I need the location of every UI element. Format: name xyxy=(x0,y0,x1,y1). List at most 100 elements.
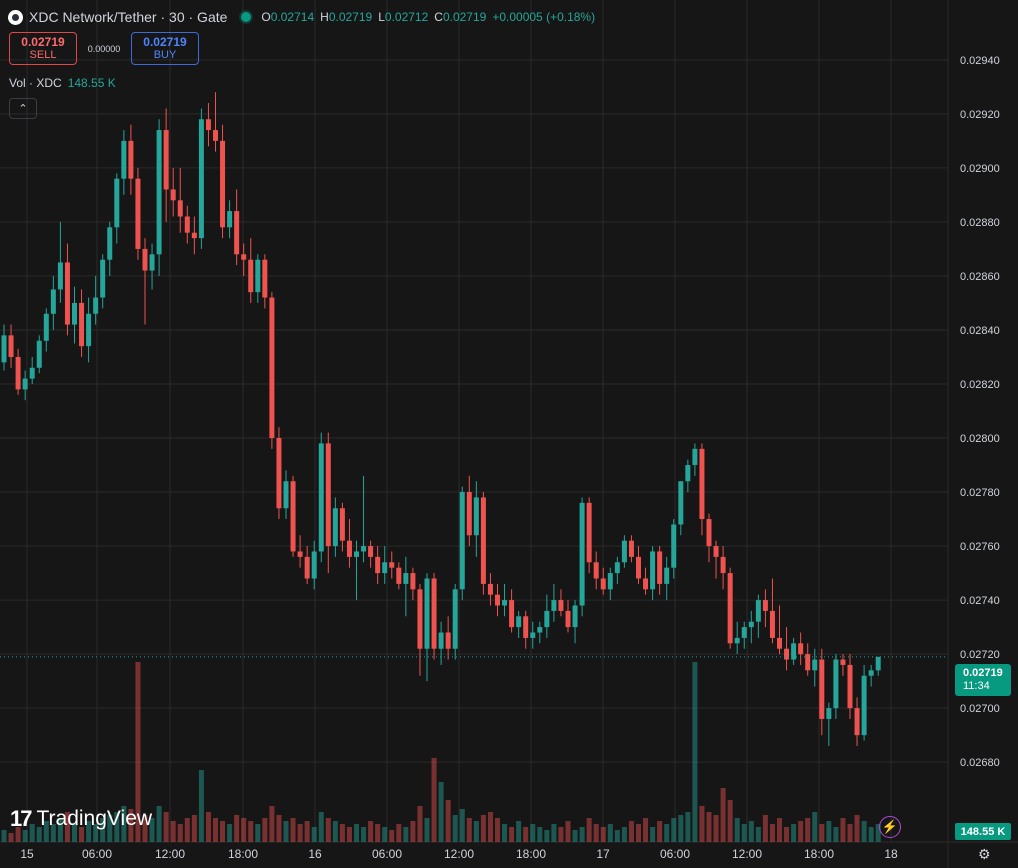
candle-body xyxy=(840,659,846,665)
candle-body xyxy=(459,492,465,590)
candle-body xyxy=(361,546,367,552)
volume-bar xyxy=(854,815,860,842)
volume-bar xyxy=(812,812,818,842)
candle-body xyxy=(354,551,359,557)
time-tick-label: 06:00 xyxy=(372,847,402,861)
candle-body xyxy=(452,589,458,649)
candle-body xyxy=(269,297,275,439)
candle-body xyxy=(248,259,254,293)
candle-body xyxy=(516,616,522,628)
candle-body xyxy=(537,627,543,633)
price-tick-label: 0.02880 xyxy=(960,217,1000,229)
buy-label: BUY xyxy=(153,48,177,61)
candle-body xyxy=(572,605,578,628)
time-axis: 15 06:00 12:00 18:00 16 06:00 12:00 18:00 17 06:0… xyxy=(20,847,898,861)
candlestick-chart[interactable]: 0.02940 0.02920 0.02900 0.02880 0.02860 0.028… xyxy=(0,0,1018,868)
candle-body xyxy=(671,524,677,568)
volume-bar xyxy=(424,818,430,842)
candle-body xyxy=(509,600,515,628)
volume-bar xyxy=(290,818,296,842)
volume-bar xyxy=(248,821,254,842)
candle-body xyxy=(368,546,374,557)
symbol-title[interactable]: XDC Network/Tether · 30 · Gate xyxy=(29,9,227,25)
volume-bar xyxy=(819,824,825,842)
candle-body xyxy=(191,232,197,239)
candle-body xyxy=(276,438,282,509)
volume-bar xyxy=(156,806,162,842)
volume-bar xyxy=(685,812,691,842)
candle-body xyxy=(473,497,479,536)
candle-body xyxy=(283,481,289,509)
candle-body xyxy=(29,367,35,379)
candle-body xyxy=(156,130,162,255)
candle-body xyxy=(149,254,155,271)
candle-body xyxy=(22,378,28,390)
candle-body xyxy=(311,551,317,579)
gear-icon[interactable]: ⚙ xyxy=(978,846,991,863)
candle-body xyxy=(720,556,726,574)
candle-body xyxy=(163,130,169,190)
volume-bar xyxy=(177,824,183,842)
candle-body xyxy=(727,573,733,644)
candle-body xyxy=(57,262,63,290)
candle-body xyxy=(389,562,395,568)
price-tick-label: 0.02800 xyxy=(960,433,1000,445)
volume-bar xyxy=(868,827,874,842)
candle-body xyxy=(170,189,176,201)
volume-bar xyxy=(706,812,712,842)
volume-bar xyxy=(826,821,832,842)
candle-body xyxy=(875,656,881,671)
volume-bar xyxy=(382,827,388,842)
candle-body xyxy=(184,216,190,233)
volume-bar xyxy=(727,800,733,842)
candle-body xyxy=(628,540,634,557)
candle-body xyxy=(565,610,571,628)
bar-countdown: 11:34 xyxy=(963,680,990,692)
volume-bar xyxy=(805,818,811,842)
volume-bar xyxy=(798,821,804,842)
volume-bar xyxy=(664,824,670,842)
volume-bar xyxy=(417,806,423,842)
candle-body xyxy=(318,443,324,552)
ohlc-low-value: 0.02712 xyxy=(384,10,429,24)
ohlc-open-value: 0.02714 xyxy=(270,10,315,24)
candle-body xyxy=(100,259,106,298)
volume-bar xyxy=(650,827,656,842)
volume-bar xyxy=(227,824,233,842)
market-open-status-icon xyxy=(241,12,252,22)
candle-body xyxy=(86,313,92,347)
sell-button[interactable]: 0.02719 SELL xyxy=(9,32,77,65)
xdc-logo-icon xyxy=(8,9,23,25)
candle-body xyxy=(304,556,310,579)
volume-bar xyxy=(220,821,226,842)
ohlc-open-label: O xyxy=(261,10,271,24)
volume-bar xyxy=(572,830,578,842)
time-tick-label: 15 xyxy=(20,847,34,861)
collapse-legend-button[interactable]: ⌃ xyxy=(9,98,37,119)
candle-body xyxy=(854,708,860,736)
buy-button[interactable]: 0.02719 BUY xyxy=(131,32,199,65)
volume-bar xyxy=(234,815,240,842)
volume-bar xyxy=(262,818,268,842)
candle-body xyxy=(135,178,141,249)
volume-bar xyxy=(565,821,571,842)
candle-body xyxy=(544,610,550,628)
volume-bar xyxy=(657,821,663,842)
candle-body xyxy=(692,448,698,466)
candle-body xyxy=(600,578,606,590)
volume-bar xyxy=(833,827,839,842)
volume-bar xyxy=(410,821,416,842)
candle-body xyxy=(762,600,768,611)
volume-bar xyxy=(593,824,599,842)
volume-legend[interactable]: Vol · XDC 148.55 K xyxy=(9,76,116,90)
candle-body xyxy=(262,259,268,298)
volume-bar xyxy=(636,824,641,842)
volume-bar xyxy=(184,818,190,842)
candle-body xyxy=(643,578,649,590)
lightning-icon[interactable]: ⚡ xyxy=(879,816,901,838)
last-price-tag: 0.02719 11:34 xyxy=(955,664,1011,696)
candle-body xyxy=(685,465,691,482)
volume-bar xyxy=(762,815,768,842)
volume-bar xyxy=(205,812,211,842)
tradingview-logo[interactable]: 17 TradingView xyxy=(10,806,152,832)
